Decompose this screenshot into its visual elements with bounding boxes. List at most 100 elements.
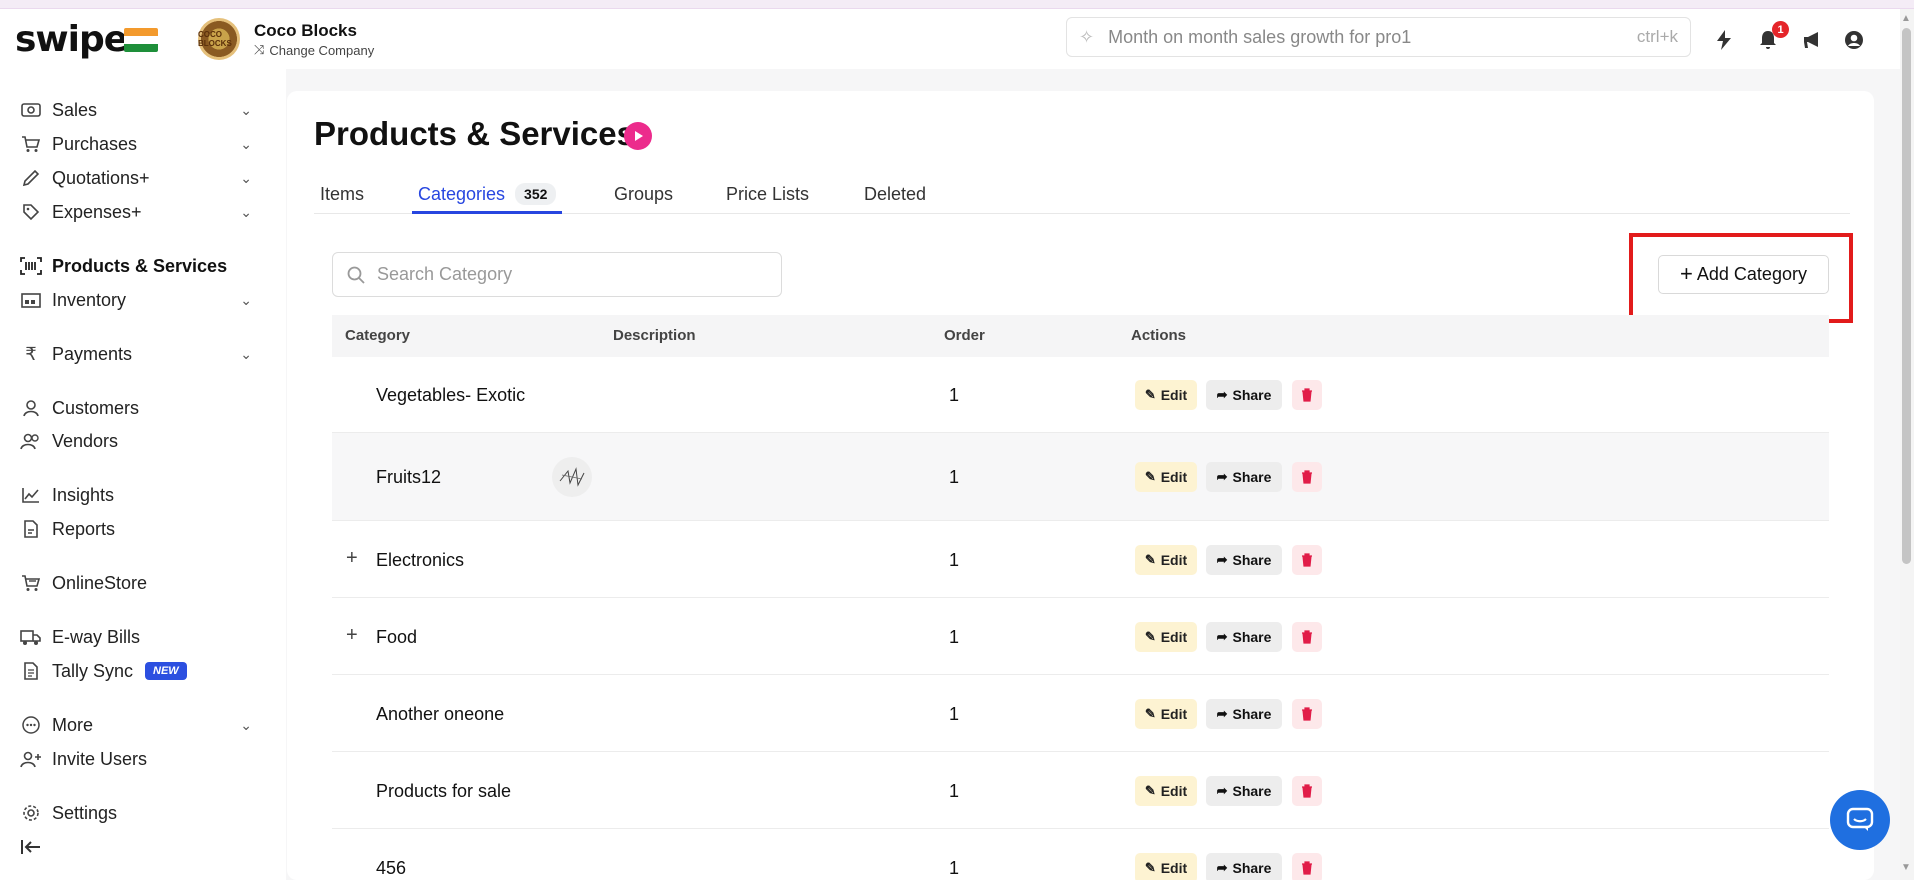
- play-video-button[interactable]: [624, 122, 652, 150]
- share-button[interactable]: ➦ Share: [1206, 776, 1282, 806]
- table-row[interactable]: Another oneone 1 ✎ Edit ➦ Share: [332, 675, 1829, 752]
- scrollbar-thumb[interactable]: [1902, 28, 1911, 564]
- edit-label: Edit: [1160, 860, 1188, 876]
- category-order: 1: [949, 858, 960, 878]
- category-order: 1: [949, 704, 960, 724]
- edit-button[interactable]: ✎ Edit: [1135, 462, 1197, 492]
- company-logo[interactable]: COCO BLOCKS: [198, 18, 240, 60]
- sidebar-item-label: Inventory: [52, 289, 127, 310]
- megaphone-icon[interactable]: [1799, 27, 1825, 53]
- tab-items[interactable]: Items: [320, 180, 364, 214]
- tab-price-lists[interactable]: Price Lists: [726, 180, 809, 214]
- edit-button[interactable]: ✎ Edit: [1135, 776, 1197, 806]
- chevron-down-icon: ⌄: [240, 716, 252, 733]
- change-company-link[interactable]: ⤨ Change Company: [254, 42, 374, 58]
- sidebar-item-eway-bills[interactable]: E-way Bills: [20, 621, 252, 653]
- sidebar-item-expenses[interactable]: Expenses+ ⌄: [20, 196, 252, 228]
- app-logo[interactable]: swipe: [15, 19, 128, 60]
- delete-button[interactable]: [1292, 380, 1322, 410]
- share-button[interactable]: ➦ Share: [1206, 380, 1282, 410]
- edit-label: Edit: [1160, 783, 1188, 799]
- category-name: Products for sale: [376, 781, 512, 801]
- share-label: Share: [1232, 387, 1272, 403]
- sidebar-item-inventory[interactable]: Inventory ⌄: [20, 284, 252, 316]
- column-header-category: Category: [345, 327, 411, 344]
- table-row[interactable]: Vegetables- Exotic 1 ✎ Edit ➦ Share: [332, 357, 1829, 433]
- search-shortcut-hint: ctrl+k: [1636, 27, 1678, 46]
- delete-button[interactable]: [1292, 699, 1322, 729]
- sidebar-item-settings[interactable]: Settings: [20, 797, 252, 829]
- sidebar-item-onlinestore[interactable]: OnlineStore: [20, 567, 252, 599]
- table-row[interactable]: + Food 1 ✎ Edit ➦ Share: [332, 598, 1829, 675]
- tab-label: Categories: [418, 184, 506, 204]
- sidebar-item-label: Sales: [52, 99, 98, 120]
- sidebar-item-customers[interactable]: Customers: [20, 392, 252, 424]
- sidebar-item-products-services[interactable]: Products & Services: [20, 250, 252, 282]
- category-search-input[interactable]: Search Category: [332, 252, 782, 297]
- sidebar: Sales ⌄ Purchases ⌄ Quotations+ ⌄ Expens…: [0, 69, 286, 880]
- tab-label: Items: [320, 184, 365, 204]
- edit-button[interactable]: ✎ Edit: [1135, 699, 1197, 729]
- delete-button[interactable]: [1292, 622, 1322, 652]
- table-row[interactable]: + Electronics 1 ✎ Edit ➦ Share: [332, 521, 1829, 598]
- tab-deleted[interactable]: Deleted: [864, 180, 926, 214]
- share-button[interactable]: ➦ Share: [1206, 699, 1282, 729]
- truck-icon: [20, 626, 42, 648]
- sidebar-item-quotations[interactable]: Quotations+ ⌄: [20, 162, 252, 194]
- collapse-sidebar-button[interactable]: [20, 831, 50, 863]
- sidebar-item-label: Insights: [52, 484, 115, 505]
- expand-plus-icon[interactable]: +: [346, 547, 358, 570]
- share-button[interactable]: ➦ Share: [1206, 853, 1282, 880]
- global-search-input[interactable]: ✧ Month on month sales growth for pro1 c…: [1066, 17, 1691, 57]
- sidebar-item-tally-sync[interactable]: Tally Sync NEW: [20, 655, 252, 687]
- delete-button[interactable]: [1292, 853, 1322, 880]
- sidebar-item-purchases[interactable]: Purchases ⌄: [20, 128, 252, 160]
- chat-support-button[interactable]: [1830, 790, 1890, 850]
- table-row[interactable]: Fruits12 1 ✎ Edit ➦ Share: [332, 433, 1829, 521]
- tab-groups[interactable]: Groups: [614, 180, 673, 214]
- edit-label: Edit: [1160, 469, 1188, 485]
- lightning-icon[interactable]: [1711, 27, 1737, 53]
- table-row[interactable]: Products for sale 1 ✎ Edit ➦ Share: [332, 752, 1829, 829]
- shuffle-icon: ⤨: [254, 42, 265, 57]
- sidebar-item-insights[interactable]: Insights: [20, 479, 252, 511]
- scroll-down-arrow-icon[interactable]: ▼: [1901, 862, 1911, 873]
- edit-button[interactable]: ✎ Edit: [1135, 380, 1197, 410]
- sidebar-item-label: More: [52, 714, 94, 735]
- trash-icon: [1302, 784, 1312, 798]
- sidebar-item-reports[interactable]: Reports: [20, 513, 252, 545]
- company-name[interactable]: Coco Blocks: [254, 21, 357, 41]
- sidebar-item-sales[interactable]: Sales ⌄: [20, 94, 252, 126]
- cash-icon: [20, 99, 42, 121]
- share-button[interactable]: ➦ Share: [1206, 622, 1282, 652]
- sidebar-item-vendors[interactable]: Vendors: [20, 425, 252, 457]
- category-image-thumbnail[interactable]: [552, 457, 592, 497]
- trash-icon: [1302, 388, 1312, 402]
- expand-plus-icon[interactable]: +: [346, 624, 358, 647]
- delete-button[interactable]: [1292, 776, 1322, 806]
- sidebar-item-more[interactable]: More ⌄: [20, 709, 252, 741]
- share-icon: ➦: [1216, 783, 1228, 798]
- category-order: 1: [949, 467, 960, 487]
- profile-icon[interactable]: [1841, 27, 1867, 53]
- sidebar-item-payments[interactable]: ₹ Payments ⌄: [20, 338, 252, 370]
- share-button[interactable]: ➦ Share: [1206, 462, 1282, 492]
- share-label: Share: [1232, 783, 1272, 799]
- edit-button[interactable]: ✎ Edit: [1135, 853, 1197, 880]
- top-bar: swipe COCO BLOCKS Coco Blocks ⤨ Change C…: [0, 9, 1900, 69]
- sidebar-item-label: E-way Bills: [52, 626, 141, 647]
- chevron-down-icon: ⌄: [240, 135, 252, 152]
- edit-button[interactable]: ✎ Edit: [1135, 622, 1197, 652]
- share-button[interactable]: ➦ Share: [1206, 545, 1282, 575]
- scroll-up-arrow-icon[interactable]: ▲: [1901, 13, 1911, 24]
- delete-button[interactable]: [1292, 462, 1322, 492]
- chat-icon: [1846, 807, 1874, 831]
- table-row[interactable]: 456 1 ✎ Edit ➦ Share: [332, 829, 1829, 880]
- tab-categories[interactable]: Categories 352: [412, 180, 563, 214]
- edit-button[interactable]: ✎ Edit: [1135, 545, 1197, 575]
- sidebar-item-label: OnlineStore: [52, 572, 148, 593]
- category-search-placeholder: Search Category: [377, 264, 513, 284]
- tab-count-badge: 352: [515, 183, 557, 205]
- delete-button[interactable]: [1292, 545, 1322, 575]
- sidebar-item-invite-users[interactable]: Invite Users: [20, 743, 252, 775]
